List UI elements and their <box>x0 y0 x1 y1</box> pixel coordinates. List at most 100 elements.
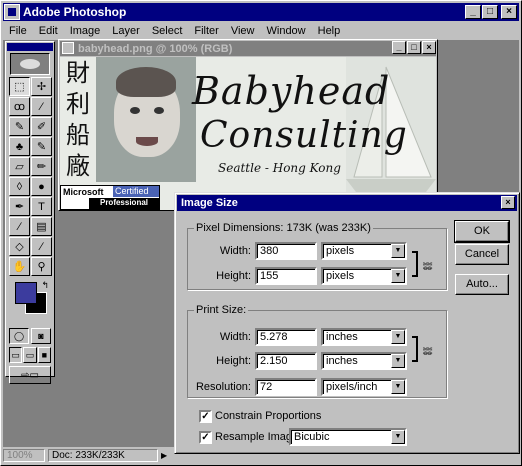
status-menu-arrow-icon[interactable]: ▶ <box>161 451 167 460</box>
airbrush-tool-icon[interactable]: ✎ <box>9 117 30 136</box>
auto-button[interactable]: Auto... <box>455 274 509 295</box>
pixel-link-bracket <box>412 251 418 277</box>
constrain-proportions-label[interactable]: Constrain Proportions <box>215 410 321 422</box>
quick-mask-mode-icon[interactable]: ◙ <box>31 328 51 344</box>
badge-certified: Certified <box>113 186 159 197</box>
menu-edit[interactable]: Edit <box>33 25 64 37</box>
doc-maximize-button[interactable]: □ <box>407 41 421 54</box>
document-size: Doc: 233K/233K <box>48 449 158 462</box>
dodge-tool-icon[interactable]: ● <box>31 177 52 196</box>
menu-file[interactable]: File <box>3 25 33 37</box>
height-unit-select[interactable]: pixels ▼ <box>321 267 407 285</box>
document-window: babyhead.png @ 100% (RGB) _ □ × 財 利 船 廠 <box>58 39 438 211</box>
brand-name-line2: Consulting <box>200 115 408 156</box>
constrain-proportions-checkbox[interactable]: ✓ <box>199 410 212 423</box>
cancel-button[interactable]: Cancel <box>455 244 509 265</box>
chevron-down-icon[interactable]: ▼ <box>391 269 405 283</box>
pen-tool-icon[interactable]: ✒ <box>9 197 30 216</box>
paintbrush-tool-icon[interactable]: ✐ <box>31 117 52 136</box>
chinese-characters: 財 利 船 廠 <box>63 59 93 180</box>
maximize-button[interactable]: □ <box>482 5 498 19</box>
rubber-stamp-tool-icon[interactable]: ♣ <box>9 137 30 156</box>
ok-button[interactable]: OK <box>454 220 510 243</box>
resolution-input[interactable] <box>255 378 317 396</box>
chain-link-icon: ⛓ <box>422 260 433 272</box>
chevron-down-icon[interactable]: ▼ <box>391 380 405 394</box>
swap-colors-icon[interactable]: ↰ <box>41 280 49 291</box>
height-input[interactable] <box>255 267 317 285</box>
chinese-char: 廠 <box>66 152 90 180</box>
chinese-char: 利 <box>66 90 90 118</box>
type-tool-icon[interactable]: T <box>31 197 52 216</box>
chevron-down-icon[interactable]: ▼ <box>391 354 405 368</box>
badge-professional: Professional <box>89 198 159 209</box>
marquee-tool-icon[interactable]: ⬚ <box>9 77 30 96</box>
print-height-input[interactable] <box>255 352 317 370</box>
print-width-unit-value: inches <box>326 331 358 343</box>
standard-screen-icon[interactable]: ▭ <box>9 347 23 363</box>
print-link-bracket <box>412 336 418 362</box>
full-screen-icon[interactable]: ■ <box>37 347 51 363</box>
menu-help[interactable]: Help <box>312 25 347 37</box>
minimize-button[interactable]: _ <box>465 5 481 19</box>
lasso-tool-icon[interactable]: ꝏ <box>9 97 30 116</box>
eyedropper-tool-icon[interactable]: ∕ <box>31 237 52 256</box>
paint-bucket-tool-icon[interactable]: ◇ <box>9 237 30 256</box>
app-titlebar[interactable]: Adobe Photoshop _ □ × <box>3 3 519 21</box>
photoshop-icon[interactable] <box>4 4 20 20</box>
width-unit-select[interactable]: pixels ▼ <box>321 242 407 260</box>
document-icon[interactable] <box>62 42 74 54</box>
chinese-char: 財 <box>66 59 90 87</box>
menu-layer[interactable]: Layer <box>106 25 146 37</box>
zoom-tool-icon[interactable]: ⚲ <box>31 257 52 276</box>
jump-to-imageready-icon[interactable]: ⇨▭ <box>9 366 51 384</box>
eraser-tool-icon[interactable]: ▱ <box>9 157 30 176</box>
document-titlebar[interactable]: babyhead.png @ 100% (RGB) _ □ × <box>60 41 436 56</box>
blur-tool-icon[interactable]: ◊ <box>9 177 30 196</box>
menu-image[interactable]: Image <box>64 25 107 37</box>
chevron-down-icon[interactable]: ▼ <box>391 430 405 444</box>
print-height-unit-select[interactable]: inches ▼ <box>321 352 407 370</box>
move-tool-icon[interactable]: ✢ <box>31 77 52 96</box>
menu-filter[interactable]: Filter <box>188 25 224 37</box>
zoom-level[interactable]: 100% <box>3 449 45 462</box>
photoshop-window: Adobe Photoshop _ □ × File Edit Image La… <box>0 0 522 466</box>
doc-minimize-button[interactable]: _ <box>392 41 406 54</box>
magic-wand-tool-icon[interactable]: ⁄ <box>31 97 52 116</box>
foreground-color-swatch[interactable] <box>15 282 37 304</box>
history-brush-tool-icon[interactable]: ✎ <box>31 137 52 156</box>
full-screen-menu-icon[interactable]: ▭ <box>23 347 37 363</box>
resolution-unit-select[interactable]: pixels/inch ▼ <box>321 378 407 396</box>
resolution-label: Resolution: <box>195 381 251 393</box>
close-button[interactable]: × <box>501 5 517 19</box>
dialog-close-button[interactable]: × <box>501 196 515 209</box>
menu-select[interactable]: Select <box>146 25 189 37</box>
print-height-unit-value: inches <box>326 355 358 367</box>
baby-photo <box>96 57 196 182</box>
print-size-label: Print Size: <box>194 304 249 316</box>
resample-method-select[interactable]: Bicubic ▼ <box>289 428 407 446</box>
chevron-down-icon[interactable]: ▼ <box>391 330 405 344</box>
toolbox-titlebar[interactable] <box>7 43 53 51</box>
dialog-titlebar[interactable]: Image Size × <box>177 195 517 211</box>
eye-logo-icon <box>10 53 50 75</box>
image-canvas[interactable]: 財 利 船 廠 Babyhead Consulting Seattle - Ho… <box>60 57 436 210</box>
pencil-tool-icon[interactable]: ✏ <box>31 157 52 176</box>
width-label: Width: <box>219 245 251 257</box>
color-swatches: ↰ <box>9 280 51 324</box>
brand-name-line1: Babyhead <box>192 69 391 113</box>
measure-tool-icon[interactable]: ∕ <box>9 217 30 236</box>
print-width-unit-select[interactable]: inches ▼ <box>321 328 407 346</box>
resample-image-checkbox[interactable]: ✓ <box>199 431 212 444</box>
standard-mode-icon[interactable]: ◯ <box>9 328 29 344</box>
badge-microsoft: Microsoft <box>63 187 104 197</box>
chevron-down-icon[interactable]: ▼ <box>391 244 405 258</box>
gradient-tool-icon[interactable]: ▤ <box>31 217 52 236</box>
hand-tool-icon[interactable]: ✋ <box>9 257 30 276</box>
width-input[interactable] <box>255 242 317 260</box>
menu-window[interactable]: Window <box>261 25 312 37</box>
status-bar: 100% Doc: 233K/233K ▶ <box>3 448 519 463</box>
print-width-input[interactable] <box>255 328 317 346</box>
doc-close-button[interactable]: × <box>422 41 436 54</box>
menu-view[interactable]: View <box>225 25 261 37</box>
